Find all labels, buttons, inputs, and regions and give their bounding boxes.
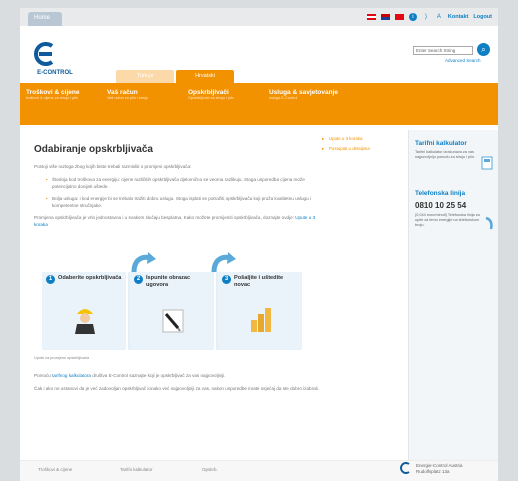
step-number: 2 (134, 275, 143, 284)
coins-icon (251, 308, 271, 332)
footer-logo-icon (400, 462, 410, 474)
page: Home i ) A Kontakt Logout E-CONTROL Ente… (20, 8, 498, 481)
hotline-text: (0,044 euro/minuti) Telefonska linija za… (415, 213, 480, 227)
nav-title: Usluga & savjetovanje (269, 89, 338, 96)
info-icon[interactable]: i (408, 13, 417, 21)
search-icon: ⌕ (481, 45, 486, 54)
calculator-text: Pomoću tarifnog kalkulatora društva E-Co… (34, 372, 320, 379)
footer-link[interactable]: Tarifni kalkulator (120, 467, 192, 481)
e-control-logo-icon (34, 42, 54, 66)
tariff-calculator-link[interactable]: tarifnog kalkulatora (52, 373, 91, 378)
steps-infographic: 1 Odaberite opskrbljivača 2 Ispunite obr… (34, 252, 320, 352)
reasons-list: Štednja kod troškova za energiju: cijene… (34, 176, 320, 209)
list-item: Štednja kod troškova za energiju: cijene… (46, 176, 320, 190)
accessibility-icon[interactable]: A (435, 13, 443, 21)
footer-link[interactable]: Troškovi & cijene (38, 467, 110, 481)
footer-link[interactable]: Opskrb. (202, 467, 274, 481)
contact-link[interactable]: Kontakt (448, 14, 468, 20)
steps-panel: 1 Odaberite opskrbljivača 2 Ispunite obr… (42, 272, 304, 350)
change-text-body: Promjena opskrbljivača je vrlo jednostav… (34, 215, 294, 220)
main-navigation: Troškovi & cijene troškovi & cijene za s… (20, 83, 498, 125)
top-icons: i ) A Kontakt Logout (366, 13, 492, 21)
austria-flag-icon[interactable] (366, 14, 376, 20)
step-number: 1 (46, 275, 55, 284)
phone-icon (485, 216, 493, 230)
nav-subtitle: usluga E-Control (269, 96, 298, 100)
curved-arrow-icon (211, 252, 236, 273)
conclusion-text: Čak i ako ne ustanovi da je već zadovolj… (34, 386, 319, 391)
curved-arrow-icon (131, 252, 156, 273)
step-title: Ispunite obrazac ugovora (146, 275, 191, 288)
nav-item-bill[interactable]: Vaš račun Vaš račun za plin i struju (101, 83, 182, 125)
nav-item-suppliers[interactable]: Opskrbljivači Opskrbljivači za struju i … (182, 83, 263, 125)
e-control-logo[interactable]: E-CONTROL (32, 42, 78, 76)
tab-language-turkish[interactable]: Türkçe (116, 70, 174, 83)
tariff-calculator-title[interactable]: Tarifni kalkulator (415, 140, 492, 147)
hotline-phone: 0810 10 25 54 (415, 201, 467, 210)
hotline-title: Telefonska linija (415, 190, 466, 197)
calculator-icon[interactable] (481, 156, 493, 170)
nav-title: Troškovi & cijene (26, 89, 80, 96)
rss-icon[interactable]: ) (422, 13, 430, 21)
calculator-text-suffix: društva E-Control saznajte koji je opskr… (92, 373, 226, 378)
worker-icon (75, 309, 95, 334)
related-links: Upute u 3 koraka Postupak u detaljima (320, 136, 406, 156)
step-3: 3 Pošaljite i uštedite novac (218, 272, 304, 350)
change-text: Promjena opskrbljivača je vrlo jednostav… (34, 214, 320, 228)
step-title: Pošaljite i uštedite novac (234, 275, 284, 288)
search-button[interactable]: ⌕ (477, 43, 490, 56)
home-tab[interactable]: Home (28, 12, 62, 26)
turkey-flag-icon[interactable] (394, 14, 404, 20)
related-link-steps[interactable]: Upute u 3 koraka (320, 136, 406, 142)
nav-title: Vaš račun (107, 89, 138, 96)
nav-subtitle: Vaš račun za plin i struju (107, 96, 149, 100)
language-tabs: Türkçe Hrvatski (116, 70, 234, 83)
croatia-flag-icon[interactable] (380, 14, 390, 20)
nav-subtitle: Opskrbljivači za struju i plin (188, 96, 234, 100)
tab-language-croatian[interactable]: Hrvatski (176, 70, 234, 83)
image-caption: Upute za promjenu opskrbljivača (34, 356, 90, 360)
logout-link[interactable]: Logout (473, 14, 492, 20)
logo-text: E-CONTROL (37, 70, 73, 76)
list-item: Bolja usluga: i kod energije bi se treba… (46, 195, 320, 209)
calculator-text-prefix: Pomoću (34, 373, 51, 378)
top-bar: Home i ) A Kontakt Logout (20, 8, 498, 26)
nav-item-service[interactable]: Usluga & savjetovanje usluga E-Control (263, 83, 344, 125)
main-content: Odabiranje opskrbljivača Postoji više ra… (34, 130, 320, 392)
step-1: 1 Odaberite opskrbljivača (42, 272, 128, 350)
advanced-search-link[interactable]: Advanced Search (445, 58, 481, 63)
page-title: Odabiranje opskrbljivača (34, 144, 153, 155)
step-2: 2 Ispunite obrazac ugovora (130, 272, 216, 350)
nav-item-costs[interactable]: Troškovi & cijene troškovi & cijene za s… (20, 83, 101, 125)
pen-form-icon (162, 309, 184, 333)
step-number: 3 (222, 275, 231, 284)
nav-subtitle: troškovi & cijene za struju i plin (26, 96, 78, 100)
intro-text: Postoji više razloga zbog kojih biste tr… (34, 164, 192, 169)
nav-title: Opskrbljivači (188, 89, 229, 96)
footer-brand: Energie-Control Austria Rudolfsplatz 13a (416, 463, 463, 475)
footer-brand-line2: Rudolfsplatz 13a (416, 469, 450, 474)
related-link-details[interactable]: Postupak u detaljima (320, 146, 406, 152)
search-input[interactable]: Enter Search String (413, 46, 473, 55)
sidebar: Tarifni kalkulator Tarifni kalkulator iz… (408, 130, 498, 460)
tariff-calculator-text: Tarifni kalkulator izračunava za vas naj… (415, 150, 475, 159)
step-title: Odaberite opskrbljivača (58, 275, 122, 281)
